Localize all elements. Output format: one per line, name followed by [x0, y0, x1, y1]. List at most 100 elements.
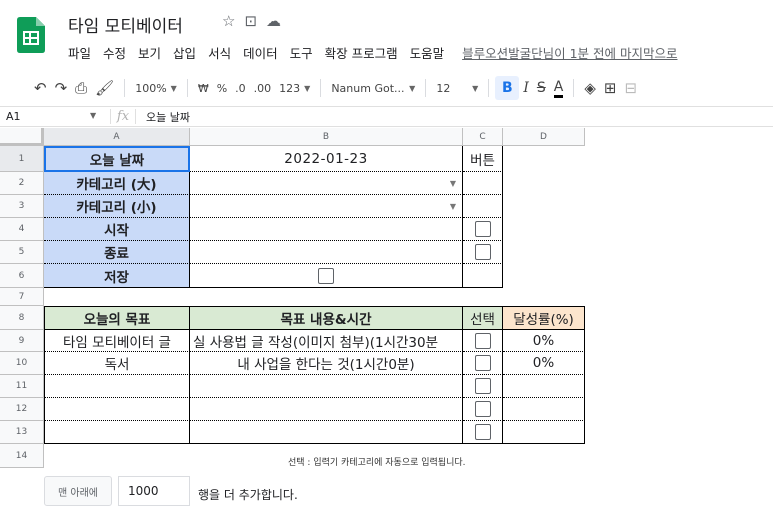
row-header[interactable]: 11: [0, 375, 44, 398]
select-checkbox[interactable]: [474, 378, 491, 394]
column-header-c[interactable]: C: [463, 128, 503, 146]
cell-b5[interactable]: [190, 241, 463, 264]
cell-a8-header[interactable]: 오늘의 목표: [44, 306, 190, 330]
fill-color-icon[interactable]: ◈: [580, 76, 600, 100]
paint-format-icon[interactable]: 🖌: [91, 76, 118, 100]
name-box[interactable]: A1 ▼: [0, 110, 100, 123]
menu-edit[interactable]: 수정: [103, 43, 126, 62]
cell-c11-checkbox[interactable]: [463, 375, 503, 398]
cell-d10[interactable]: 0%: [503, 352, 585, 375]
bold-button[interactable]: B: [495, 76, 520, 100]
undo-icon[interactable]: ↶: [30, 76, 51, 100]
cell-c12-checkbox[interactable]: [463, 398, 503, 421]
row-header[interactable]: 14: [0, 444, 44, 468]
cell-a2-label[interactable]: 카테고리 (大): [44, 172, 190, 195]
dropdown-arrow-icon[interactable]: ▼: [450, 179, 456, 188]
menu-view[interactable]: 보기: [138, 43, 161, 62]
cell-c3[interactable]: [463, 195, 503, 218]
row-header[interactable]: 3: [0, 195, 44, 218]
row-header[interactable]: 5: [0, 241, 44, 264]
start-checkbox[interactable]: [474, 221, 491, 237]
cell-c8-header[interactable]: 선택: [463, 306, 503, 330]
row-header[interactable]: 13: [0, 421, 44, 444]
menu-insert[interactable]: 삽입: [173, 43, 196, 62]
cell-b10[interactable]: 내 사업을 한다는 것(1시간0분): [190, 352, 463, 375]
redo-icon[interactable]: ↷: [51, 76, 72, 100]
select-all-corner[interactable]: [0, 128, 44, 146]
cell-a5-label[interactable]: 종료: [44, 241, 190, 264]
select-checkbox[interactable]: [474, 401, 491, 417]
cell-b11[interactable]: [190, 375, 463, 398]
cell-a12[interactable]: [44, 398, 190, 421]
cell-c10-checkbox[interactable]: [463, 352, 503, 375]
percent-format-button[interactable]: %: [213, 76, 231, 100]
cell-b9[interactable]: 실 사용법 글 작성(이미지 첨부)(1시간30분: [190, 330, 463, 352]
cell-a4-label[interactable]: 시작: [44, 218, 190, 241]
menu-extensions[interactable]: 확장 프로그램: [325, 43, 398, 62]
cell-b3-dropdown[interactable]: ▼: [190, 195, 463, 218]
menu-tools[interactable]: 도구: [290, 43, 313, 62]
row-header[interactable]: 6: [0, 264, 44, 288]
cell-c1-button[interactable]: 버튼: [463, 146, 503, 172]
cloud-status-icon[interactable]: ☁: [266, 12, 281, 30]
borders-icon[interactable]: ⊞: [600, 76, 621, 100]
decrease-decimal-button[interactable]: .0: [231, 76, 250, 100]
row-header[interactable]: 9: [0, 330, 44, 352]
cell-a6-label[interactable]: 저장: [44, 264, 190, 288]
cell-b8-header[interactable]: 목표 내용&시간: [190, 306, 463, 330]
dropdown-arrow-icon[interactable]: ▼: [450, 202, 456, 211]
cell-b1-date[interactable]: 2022-01-23: [190, 146, 463, 172]
text-color-button[interactable]: A: [550, 76, 568, 100]
cell-a11[interactable]: [44, 375, 190, 398]
cell-d11[interactable]: [503, 375, 585, 398]
column-header-a[interactable]: A: [44, 128, 190, 146]
cell-a9[interactable]: 타임 모티베이터 글: [44, 330, 190, 352]
column-header-d[interactable]: D: [503, 128, 585, 146]
cell-a10[interactable]: 독서: [44, 352, 190, 375]
cell-d13[interactable]: [503, 421, 585, 444]
cell-a13[interactable]: [44, 421, 190, 444]
cell-b4[interactable]: [190, 218, 463, 241]
cell-b13[interactable]: [190, 421, 463, 444]
cell-c2[interactable]: [463, 172, 503, 195]
save-checkbox[interactable]: [318, 267, 334, 284]
strikethrough-button[interactable]: S: [533, 76, 550, 100]
select-checkbox[interactable]: [474, 332, 491, 349]
cell-c13-checkbox[interactable]: [463, 421, 503, 444]
increase-decimal-button[interactable]: .00: [250, 76, 276, 100]
add-rows-button[interactable]: 맨 아래에: [44, 476, 112, 506]
print-icon[interactable]: ⎙: [71, 76, 91, 100]
select-checkbox[interactable]: [474, 424, 491, 440]
row-header[interactable]: 10: [0, 352, 44, 375]
menu-help[interactable]: 도움말: [410, 43, 445, 62]
cell-a1-label[interactable]: 오늘 날짜: [44, 146, 190, 172]
end-checkbox[interactable]: [474, 244, 491, 260]
menu-file[interactable]: 파일: [68, 43, 91, 62]
cell-d12[interactable]: [503, 398, 585, 421]
cell-d8-header[interactable]: 달성률(%): [503, 306, 585, 330]
star-icon[interactable]: ☆: [222, 12, 235, 30]
row-header[interactable]: 8: [0, 306, 44, 330]
cell-c9-checkbox[interactable]: [463, 330, 503, 352]
cell-c4-checkbox[interactable]: [463, 218, 503, 241]
row-header[interactable]: 2: [0, 172, 44, 195]
row-header[interactable]: 12: [0, 398, 44, 421]
merge-cells-icon[interactable]: ⊟: [620, 76, 641, 100]
menu-format[interactable]: 서식: [208, 43, 231, 62]
cell-b6-checkbox[interactable]: [190, 264, 463, 288]
last-edit-link[interactable]: 블루오션발굴단님이 1분 전에 마지막으로: [462, 43, 677, 62]
row-header[interactable]: 4: [0, 218, 44, 241]
cell-d9[interactable]: 0%: [503, 330, 585, 352]
italic-button[interactable]: I: [519, 76, 533, 100]
currency-format-button[interactable]: ₩: [194, 76, 213, 100]
sheets-logo-icon[interactable]: [17, 17, 45, 53]
menu-data[interactable]: 데이터: [243, 43, 278, 62]
font-select[interactable]: Nanum Got... ▼: [327, 76, 419, 100]
number-format-select[interactable]: 123 ▼: [275, 76, 314, 100]
select-checkbox[interactable]: [474, 355, 491, 371]
cell-c5-checkbox[interactable]: [463, 241, 503, 264]
zoom-select[interactable]: 100% ▼: [131, 76, 181, 100]
row-header[interactable]: 7: [0, 288, 44, 306]
cell-b2-dropdown[interactable]: ▼: [190, 172, 463, 195]
cell-c6[interactable]: [463, 264, 503, 288]
